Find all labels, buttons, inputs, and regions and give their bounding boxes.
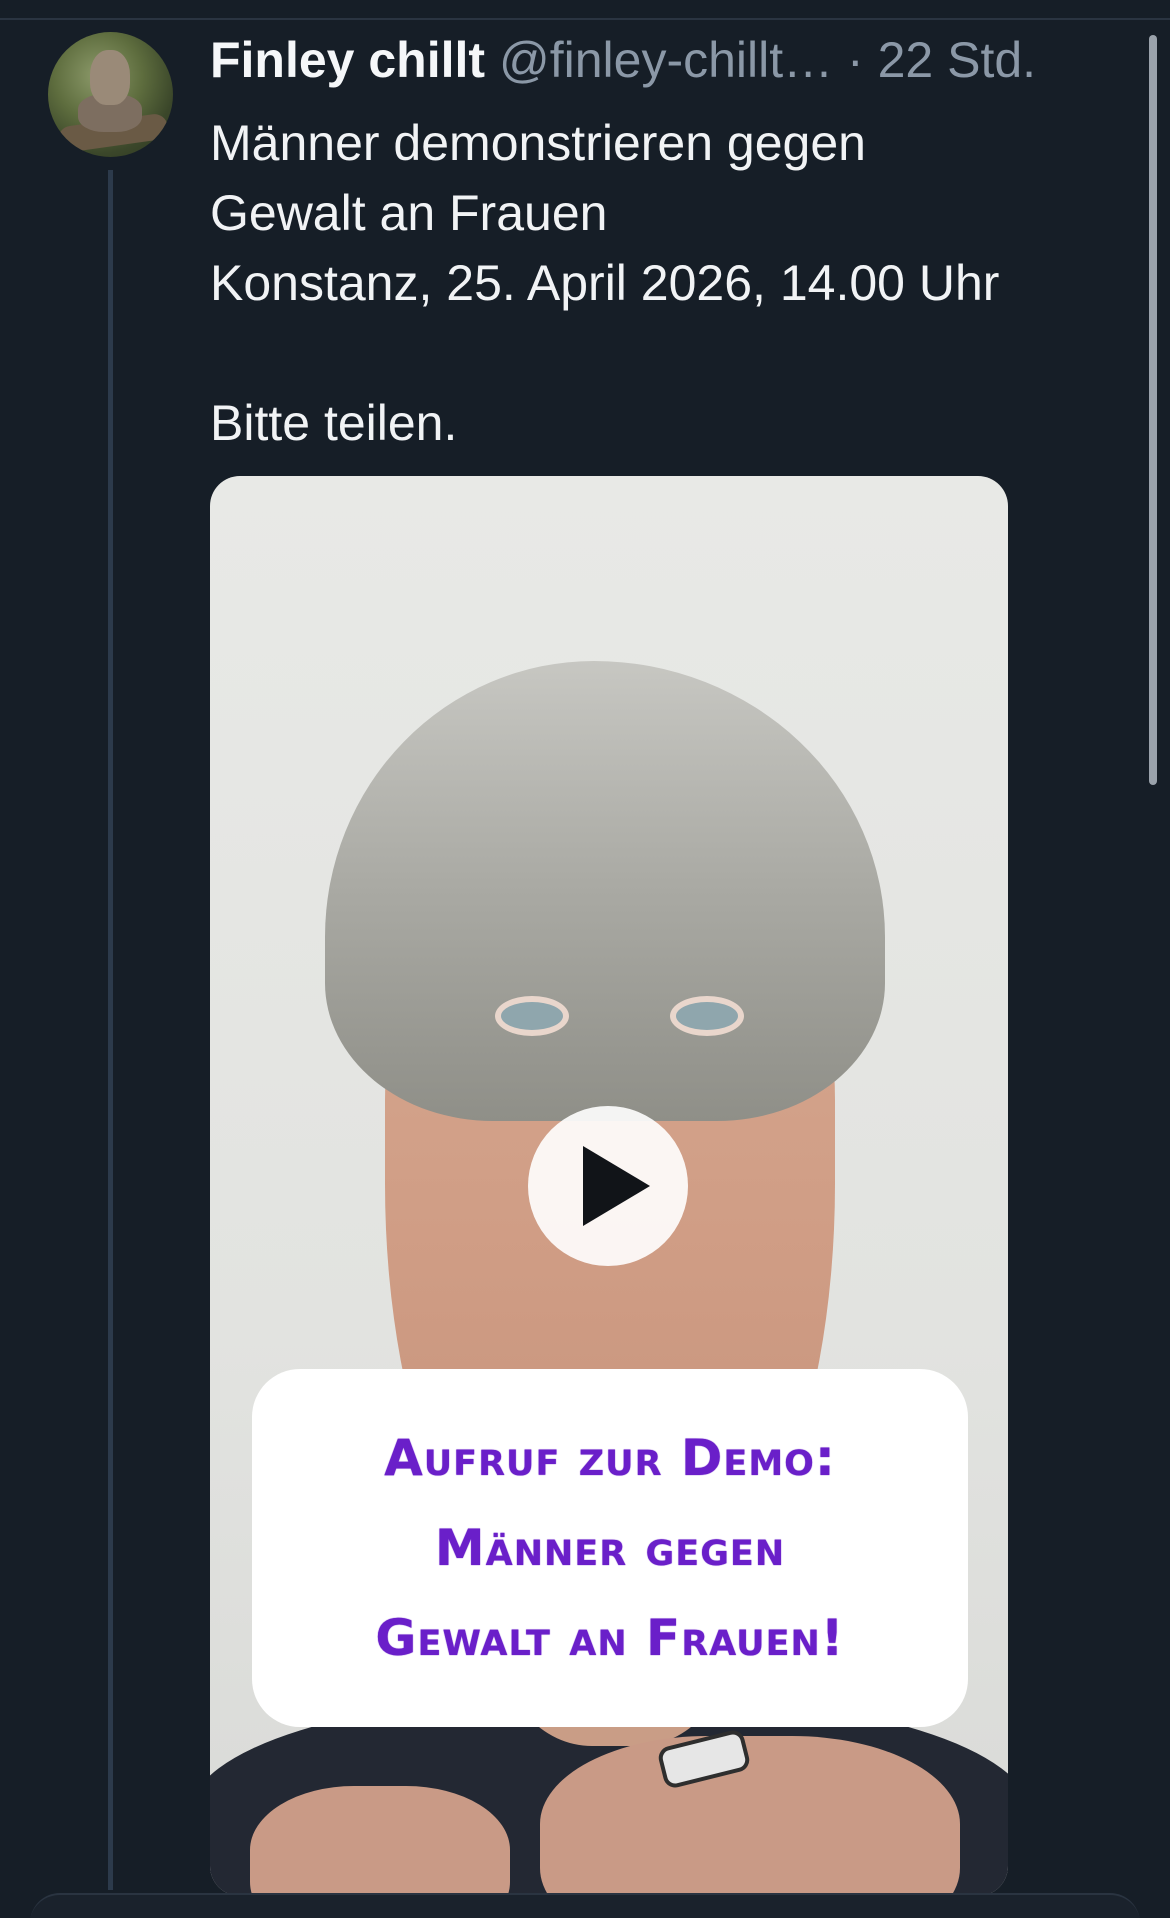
avatar[interactable] — [48, 32, 173, 157]
scrollbar[interactable] — [1149, 35, 1157, 785]
video-eye-right — [670, 996, 744, 1036]
post-text-line: Gewalt an Frauen — [210, 185, 608, 241]
sign-line: Gewalt an Frauen! — [375, 1609, 845, 1667]
play-icon — [583, 1146, 650, 1226]
header-separator: · — [847, 32, 864, 88]
video-eye-left — [495, 996, 569, 1036]
post-text: Männer demonstrieren gegen Gewalt an Fra… — [210, 108, 1110, 458]
play-button[interactable] — [528, 1106, 688, 1266]
sign-line: Aufruf zur Demo: — [384, 1429, 836, 1487]
video-sign: Aufruf zur Demo: Männer gegen Gewalt an … — [252, 1369, 968, 1727]
post-time[interactable]: 22 Std. — [878, 32, 1036, 88]
video-player[interactable]: Aufruf zur Demo: Männer gegen Gewalt an … — [210, 476, 1008, 1896]
post-text-line: Männer demonstrieren gegen — [210, 115, 866, 171]
post-header: Finley chillt @finley-chillt… · 22 Std. — [210, 28, 1130, 92]
bottom-bar-edge — [30, 1893, 1140, 1918]
post-text-line: Konstanz, 25. April 2026, 14.00 Uhr — [210, 255, 1000, 311]
thread-line — [108, 170, 113, 1890]
video-hand-right — [540, 1736, 960, 1896]
video-hand-left — [250, 1786, 510, 1896]
post-text-footer: Bitte teilen. — [210, 395, 458, 451]
avatar-dog-head — [90, 50, 130, 105]
author-name[interactable]: Finley chillt — [210, 32, 485, 88]
author-handle[interactable]: @finley-chillt… — [499, 32, 833, 88]
post-page: Finley chillt @finley-chillt… · 22 Std. … — [0, 0, 1170, 1918]
top-divider — [0, 18, 1170, 20]
sign-line: Männer gegen — [434, 1519, 786, 1577]
video-hair — [325, 661, 885, 1121]
